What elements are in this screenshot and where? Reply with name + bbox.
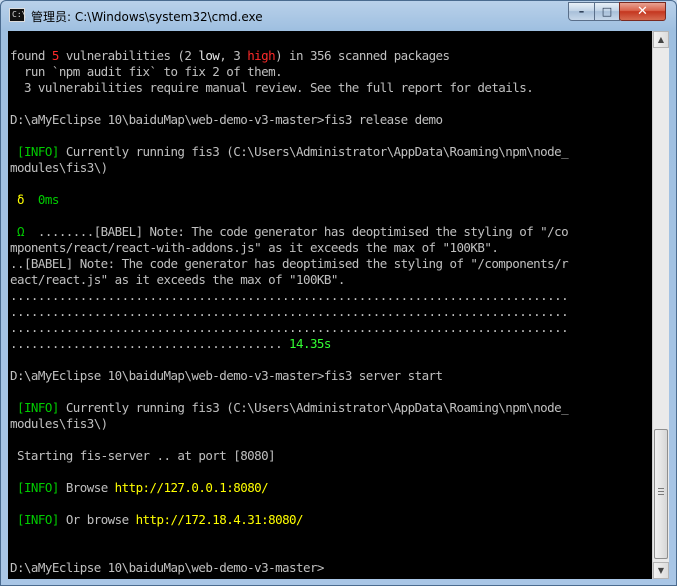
console-line: [INFO] Browse http://127.0.0.1:8080/ [10, 480, 568, 496]
console-line: 3 vulnerabilities require manual review.… [10, 80, 568, 96]
title-bar[interactable]: C:\ 管理员: C:\Windows\system32\cmd.exe – □… [1, 1, 676, 31]
console-line: [INFO] Currently running fis3 (C:\Users\… [10, 400, 569, 416]
scroll-down-button[interactable]: ▼ [653, 562, 669, 579]
minimize-icon: – [578, 5, 585, 18]
console-line: D:\aMyEclipse 10\baiduMap\web-demo-v3-ma… [10, 112, 568, 128]
console-text: ........................................… [10, 320, 569, 335]
close-icon: ✕ [637, 4, 648, 19]
console-text: modules\fis3\) [10, 416, 108, 431]
window-title: 管理员: C:\Windows\system32\cmd.exe [31, 10, 263, 24]
maximize-icon: □ [601, 5, 613, 18]
console-text: high [247, 48, 276, 63]
console-text: ....................................... [10, 336, 290, 351]
console-line: ....................................... … [10, 336, 568, 352]
console-text: ) in 356 scanned packages [275, 48, 450, 63]
console-text: http://172.18.4.31:8080/ [135, 512, 304, 527]
arrow-down-icon: ▼ [657, 566, 665, 575]
console-text: [INFO] [10, 144, 59, 159]
console-line: Ω ........[BABEL] Note: The code generat… [10, 224, 569, 240]
console-line: Starting fis-server .. at port [8080] [10, 448, 568, 464]
console-text: modules\fis3\) [10, 160, 108, 175]
console-area[interactable]: found 5 vulnerabilities (2 low, 3 high) … [8, 31, 652, 579]
console-line: ........................................… [10, 288, 569, 304]
console-line: eact/react.js" as it exceeds the max of … [10, 272, 568, 288]
console-text: 0ms [37, 192, 59, 207]
console-text: δ [10, 192, 38, 207]
grip-icon [658, 488, 664, 497]
console-text: 5 [51, 48, 60, 63]
cmd-window: C:\ 管理员: C:\Windows\system32\cmd.exe – □… [0, 0, 677, 586]
console-text: [INFO] [10, 480, 59, 495]
console-text: http://127.0.0.1:8080/ [114, 480, 269, 495]
console-text: D:\aMyEclipse 10\baiduMap\web-demo-v3-ma… [10, 112, 443, 127]
console-line: D:\aMyEclipse 10\baiduMap\web-demo-v3-ma… [10, 560, 568, 576]
console-text: run `npm audit fix` to fix 2 of them. [10, 64, 283, 79]
console-text: ..[BABEL] Note: The code generator has d… [10, 256, 569, 271]
console-text: Currently running fis3 (C:\Users\Adminis… [58, 144, 569, 159]
console-text: Currently running fis3 (C:\Users\Adminis… [58, 400, 569, 415]
console-text: 14.35s [289, 336, 331, 351]
console-output: found 5 vulnerabilities (2 low, 3 high) … [10, 48, 569, 576]
console-text: , 3 [219, 48, 248, 63]
console-line: D:\aMyEclipse 10\baiduMap\web-demo-v3-ma… [10, 368, 568, 384]
console-text: Or browse [58, 512, 136, 527]
console-text: D:\aMyEclipse 10\baiduMap\web-demo-v3-ma… [10, 560, 324, 575]
console-text: low [198, 48, 220, 63]
app-icon-text: C:\ [12, 10, 27, 19]
console-text: [INFO] [10, 400, 59, 415]
console-text: 3 vulnerabilities require manual review.… [10, 80, 534, 95]
console-line: ........................................… [10, 304, 569, 320]
console-text: mponents/react/react-with-addons.js" as … [10, 240, 499, 255]
console-line: modules\fis3\) [10, 416, 568, 432]
scroll-thumb[interactable] [654, 429, 668, 559]
console-line: found 5 vulnerabilities (2 low, 3 high) … [10, 48, 568, 64]
console-text: ........................................… [10, 288, 569, 303]
vertical-scrollbar[interactable]: ▲ ▼ [652, 31, 669, 579]
scroll-up-button[interactable]: ▲ [653, 31, 669, 48]
console-text: Starting fis-server .. at port [8080] [10, 448, 276, 463]
console-line: ..[BABEL] Note: The code generator has d… [10, 256, 569, 272]
console-line: run `npm audit fix` to fix 2 of them. [10, 64, 568, 80]
cmd-app-icon[interactable]: C:\ [9, 8, 27, 22]
console-text: found [10, 48, 52, 63]
console-line: mponents/react/react-with-addons.js" as … [10, 240, 568, 256]
close-button[interactable]: ✕ [619, 2, 666, 21]
console-line: [INFO] Currently running fis3 (C:\Users\… [10, 144, 569, 160]
console-text: [INFO] [10, 512, 59, 527]
console-text: Browse [58, 480, 115, 495]
console-text: D:\aMyEclipse 10\baiduMap\web-demo-v3-ma… [10, 368, 443, 383]
console-line: ........................................… [10, 320, 569, 336]
arrow-up-icon: ▲ [657, 35, 665, 44]
console-text: Ω [10, 224, 25, 239]
maximize-button[interactable]: □ [594, 2, 620, 21]
console-text: eact/react.js" as it exceeds the max of … [10, 272, 345, 287]
console-line: δ 0ms [10, 192, 568, 208]
console-text: ........[BABEL] Note: The code generator… [23, 224, 569, 239]
minimize-button[interactable]: – [568, 2, 595, 21]
console-text: ........................................… [10, 304, 569, 319]
console-line: modules\fis3\) [10, 160, 568, 176]
console-text: vulnerabilities (2 [58, 48, 199, 63]
console-line: [INFO] Or browse http://172.18.4.31:8080… [10, 512, 568, 528]
